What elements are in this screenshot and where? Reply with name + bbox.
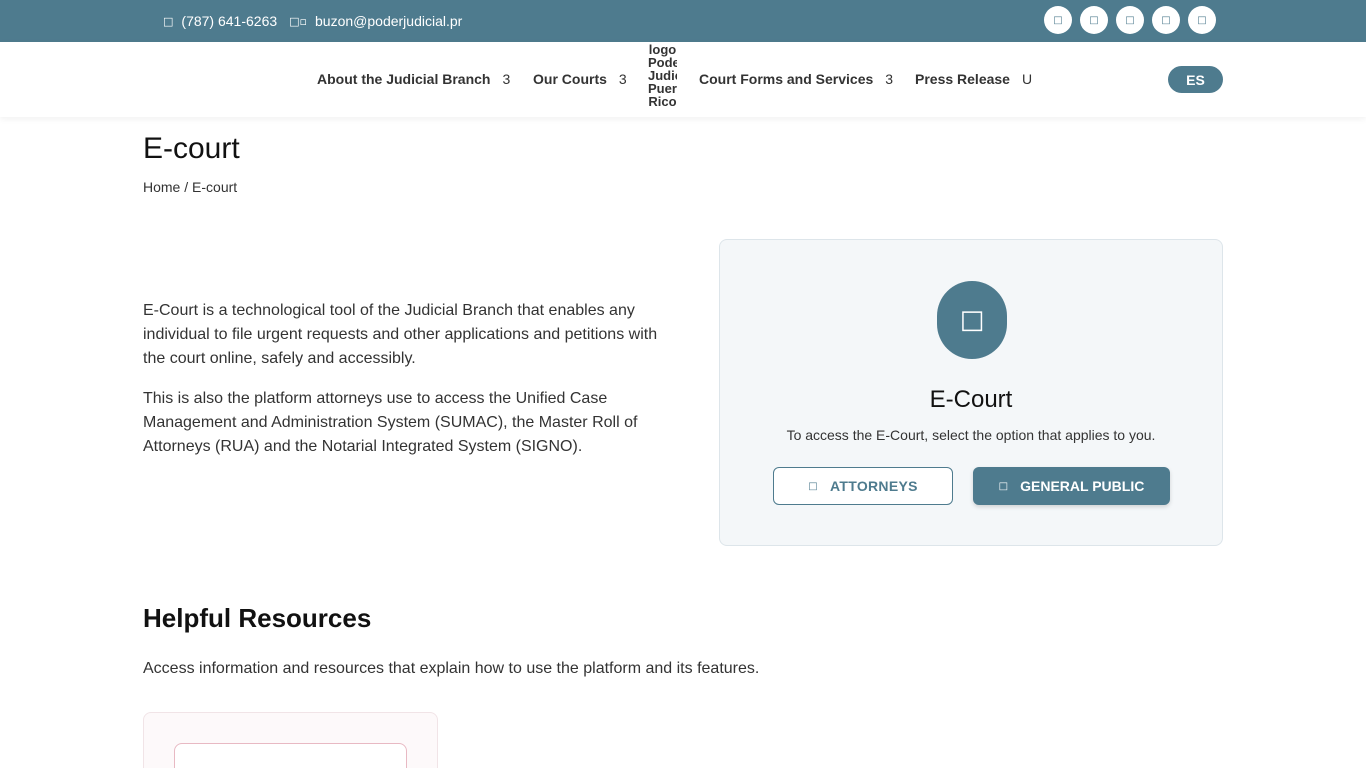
briefcase-icon: □ xyxy=(808,480,818,492)
facebook-icon[interactable]: □ xyxy=(1044,6,1072,34)
breadcrumb-current: E-court xyxy=(192,179,238,195)
intro-text: E-Court is a technological tool of the J… xyxy=(143,299,673,475)
laptop-icon: □ xyxy=(937,281,1007,359)
nav-item-label: Our Courts xyxy=(533,71,607,87)
resources-subtitle: Access information and resources that ex… xyxy=(143,660,760,677)
general-public-button-label: GENERAL PUBLIC xyxy=(1020,478,1145,494)
social-links: □ □ □ □ □ xyxy=(1044,6,1224,34)
twitter-icon[interactable]: □ xyxy=(1080,6,1108,34)
nav-item-court-forms[interactable]: Court Forms and Services 3 xyxy=(699,71,893,87)
attorneys-button-label: ATTORNEYS xyxy=(830,478,918,494)
contact-info: □ (787) 641-6263 □▫ buzon@poderjudicial.… xyxy=(163,0,474,42)
youtube-icon[interactable]: □ xyxy=(1152,6,1180,34)
chevron-down-icon: 3 xyxy=(618,71,627,87)
user-icon: □ xyxy=(998,480,1009,492)
email-link[interactable]: □▫ buzon@poderjudicial.pr xyxy=(289,13,462,29)
chevron-down-icon: 3 xyxy=(502,71,511,87)
nav-item-press-release[interactable]: Press Release U xyxy=(915,71,1032,87)
resource-card-inner xyxy=(174,743,407,768)
nav-item-label: About the Judicial Branch xyxy=(317,71,491,87)
mail-icon: □▫ xyxy=(289,14,308,28)
card-title: E-Court xyxy=(929,386,1013,413)
ecourt-access-card: □ E-Court To access the E-Court, select … xyxy=(719,239,1223,546)
email-address: buzon@poderjudicial.pr xyxy=(315,13,463,29)
phone-number: (787) 641-6263 xyxy=(181,13,278,29)
attorneys-button[interactable]: □ ATTORNEYS xyxy=(773,467,953,505)
breadcrumb: Home / E-court xyxy=(143,179,237,195)
instagram-icon[interactable]: □ xyxy=(1116,6,1144,34)
nav-item-label: Press Release xyxy=(915,71,1010,87)
intro-paragraph: E-Court is a technological tool of the J… xyxy=(143,302,658,367)
top-bar: □ (787) 641-6263 □▫ buzon@poderjudicial.… xyxy=(0,0,1366,42)
nav-item-label: Court Forms and Services xyxy=(699,71,874,87)
breadcrumb-home-link[interactable]: Home xyxy=(143,179,180,195)
phone-link[interactable]: □ (787) 641-6263 xyxy=(163,13,277,29)
site-logo[interactable]: logo Poder Judicial Puerto Rico xyxy=(648,43,677,113)
language-toggle-button[interactable]: ES xyxy=(1168,66,1223,93)
logo-alt-text: logo Poder Judicial Puerto Rico xyxy=(648,43,677,109)
page-title: E-court xyxy=(143,132,240,165)
card-subtitle: To access the E-Court, select the option… xyxy=(786,427,1156,443)
nav-item-our-courts[interactable]: Our Courts 3 xyxy=(533,71,627,87)
main-navigation: About the Judicial Branch 3 Our Courts 3… xyxy=(0,42,1366,117)
phone-icon: □ xyxy=(163,14,174,28)
linkedin-icon[interactable]: □ xyxy=(1188,6,1216,34)
resources-title: Helpful Resources xyxy=(143,603,372,633)
breadcrumb-separator: / xyxy=(180,179,193,195)
external-link-icon: U xyxy=(1021,71,1033,87)
nav-item-about[interactable]: About the Judicial Branch 3 xyxy=(317,71,510,87)
intro-paragraph: This is also the platform attorneys use … xyxy=(143,390,638,455)
chevron-down-icon: 3 xyxy=(885,71,894,87)
general-public-button[interactable]: □ GENERAL PUBLIC xyxy=(973,467,1170,505)
resource-card[interactable] xyxy=(143,712,438,768)
